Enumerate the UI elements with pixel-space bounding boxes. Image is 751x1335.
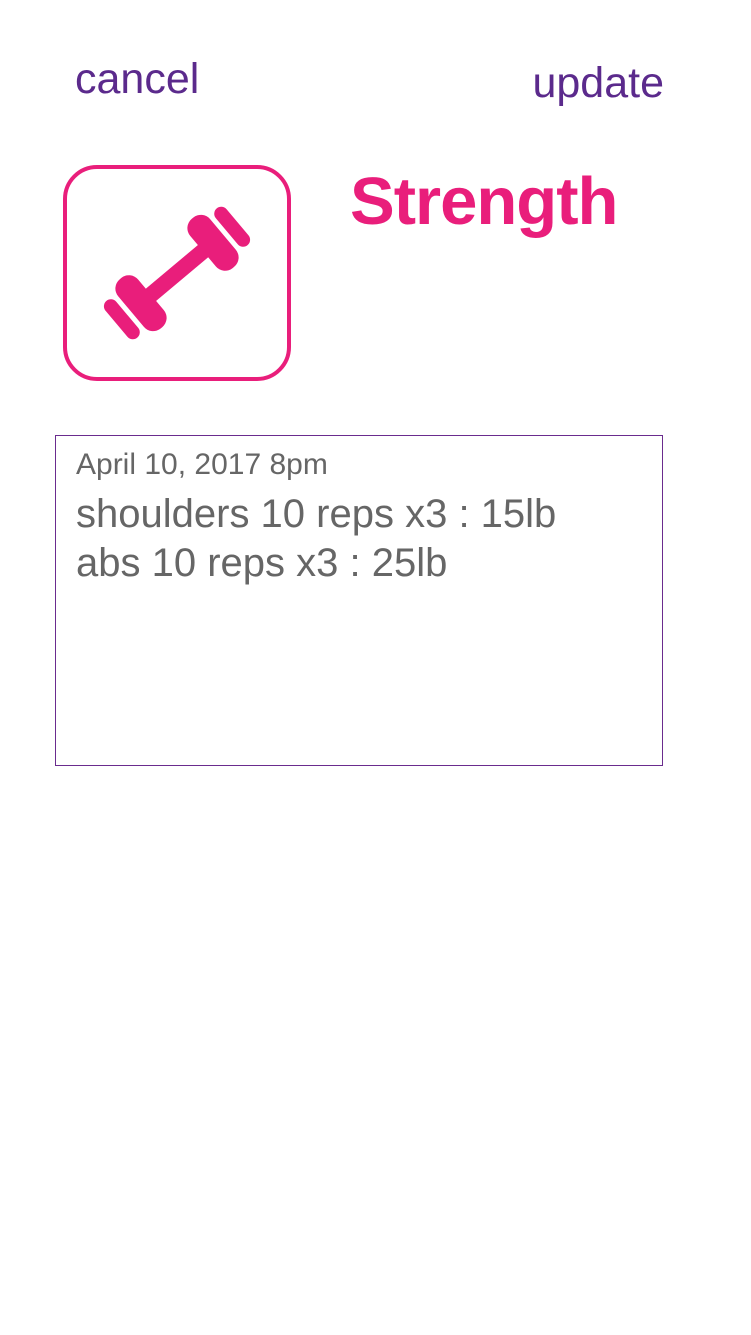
update-button[interactable]: update <box>532 62 664 105</box>
entry-date: April 10, 2017 8pm <box>76 448 328 481</box>
dumbbell-icon <box>103 206 251 340</box>
workout-notes-textarea[interactable]: April 10, 2017 8pm shoulders 10 reps x3 … <box>55 435 663 766</box>
activity-icon-tile[interactable] <box>63 165 291 381</box>
entry-line: shoulders 10 reps x3 : 15lb <box>76 492 557 536</box>
activity-title: Strength <box>350 164 618 239</box>
entry-line: abs 10 reps x3 : 25lb <box>76 541 448 585</box>
cancel-button[interactable]: cancel <box>75 58 199 101</box>
